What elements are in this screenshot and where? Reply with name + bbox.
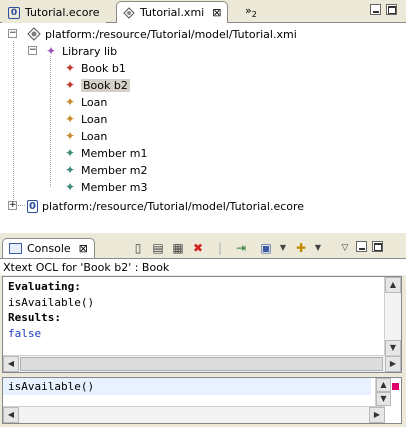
error-marker-icon[interactable] xyxy=(392,383,399,390)
overflow-chevron-icon: » xyxy=(245,4,252,17)
collapse-toggle[interactable]: − xyxy=(8,29,17,38)
book-object-icon: ✦ xyxy=(64,78,76,92)
open-console-icon[interactable]: ✚ xyxy=(293,240,309,256)
tree-item-label: Library lib xyxy=(62,44,118,58)
maximize-button[interactable] xyxy=(386,4,397,15)
evaluated-expression: isAvailable() xyxy=(8,295,95,309)
loan-object-icon: ✦ xyxy=(64,129,76,143)
scroll-right-icon[interactable]: ▶ xyxy=(369,407,385,423)
tree-item-label: Loan xyxy=(81,129,108,143)
tree-item-label: Book b1 xyxy=(81,61,126,75)
tree-item-loan[interactable]: ✦ Loan xyxy=(63,94,107,110)
tree-item-label: Member m2 xyxy=(81,163,148,177)
close-console-icon[interactable]: ⊠ xyxy=(79,242,88,255)
member-object-icon: ✦ xyxy=(64,180,76,194)
tree-guide-line xyxy=(13,41,14,204)
tree-item-member[interactable]: ✦ Member m1 xyxy=(63,145,148,161)
tab-label: Tutorial.xmi xyxy=(140,6,205,19)
tree-root-ecore[interactable]: 0 platform:/resource/Tutorial/model/Tuto… xyxy=(27,198,304,214)
tree-item-book-selected[interactable]: ✦ Book b2 xyxy=(63,77,130,93)
display-console-icon[interactable]: ▣ xyxy=(258,240,274,256)
console-maximize-button[interactable] xyxy=(372,241,383,252)
scroll-left-icon[interactable]: ◀ xyxy=(3,407,19,423)
console-view: Console ⊠ ▯ ▤ ▦ ✖ | ⇥ ▣ ▼ ✚ ▼ ▽ Xtext OC… xyxy=(0,237,406,427)
tree-item-label: Member m3 xyxy=(81,180,148,194)
console-description: Xtext OCL for 'Book b2' : Book xyxy=(0,258,406,275)
display-dropdown-icon[interactable]: ▼ xyxy=(275,240,291,256)
tab-tutorial-xmi[interactable]: Tutorial.xmi ⊠ xyxy=(116,1,229,23)
tree-guide-line xyxy=(50,56,51,187)
evaluating-label: Evaluating: xyxy=(8,280,81,293)
scroll-down-icon[interactable]: ▼ xyxy=(385,340,401,356)
tree-root-xmi-label: platform:/resource/Tutorial/model/Tutori… xyxy=(45,27,297,41)
scroll-right-icon[interactable]: ▶ xyxy=(385,356,401,372)
loan-object-icon: ✦ xyxy=(64,95,76,109)
remove-console-icon[interactable]: ✖ xyxy=(190,240,206,256)
scroll-left-icon[interactable]: ◀ xyxy=(3,356,19,372)
library-object-icon: ✦ xyxy=(45,44,57,58)
loan-object-icon: ✦ xyxy=(64,112,76,126)
console-minimize-button[interactable] xyxy=(356,241,367,252)
tab-label: Tutorial.ecore xyxy=(25,6,100,19)
editor-tabbar: 0 Tutorial.ecore Tutorial.xmi ⊠ »2 xyxy=(0,0,406,23)
collapse-toggle[interactable]: − xyxy=(28,46,37,55)
tree-item-member[interactable]: ✦ Member m2 xyxy=(63,162,148,178)
xmi-file-icon xyxy=(123,6,135,19)
input-vertical-scrollbar[interactable]: ▲ ▼ xyxy=(375,378,391,406)
maximize-icon xyxy=(388,6,396,14)
tree-root-xmi[interactable]: platform:/resource/Tutorial/model/Tutori… xyxy=(27,26,297,42)
ecore-resource-icon: 0 xyxy=(27,199,38,213)
tree-item-member[interactable]: ✦ Member m3 xyxy=(63,179,148,195)
scroll-down-icon[interactable]: ▼ xyxy=(376,392,391,406)
console-tab[interactable]: Console ⊠ xyxy=(2,238,95,258)
ocl-input-line[interactable]: isAvailable() xyxy=(3,378,371,395)
overflow-count: 2 xyxy=(251,10,257,20)
tree-item-book[interactable]: ✦ Book b1 xyxy=(63,60,126,76)
view-menu-icon[interactable]: ▽ xyxy=(337,240,353,256)
tree-item-label: Loan xyxy=(81,95,108,109)
minimize-icon xyxy=(359,248,365,250)
member-object-icon: ✦ xyxy=(64,163,76,177)
scroll-up-icon[interactable]: ▲ xyxy=(376,378,391,392)
maximize-icon xyxy=(374,243,382,251)
tab-tutorial-ecore[interactable]: 0 Tutorial.ecore xyxy=(2,2,106,23)
tree-item-loan[interactable]: ✦ Loan xyxy=(63,111,107,127)
scroll-thumb[interactable] xyxy=(20,357,383,371)
close-tab-icon[interactable]: ⊠ xyxy=(212,6,221,19)
tree-item-library[interactable]: ✦ Library lib xyxy=(44,43,117,59)
tree-root-ecore-label: platform:/resource/Tutorial/model/Tutori… xyxy=(42,199,305,213)
input-horizontal-scrollbar[interactable]: ◀ ▶ xyxy=(3,406,385,423)
expand-toggle[interactable]: + xyxy=(8,201,17,210)
copy-page-icon[interactable]: ▤ xyxy=(150,240,166,256)
console-tab-label: Console xyxy=(27,242,71,255)
xmi-resource-icon xyxy=(27,27,41,41)
tree-item-label: Member m1 xyxy=(81,146,148,160)
clear-console-icon[interactable]: ▦ xyxy=(170,240,186,256)
page-icon[interactable]: ▯ xyxy=(130,240,146,256)
tab-overflow-button[interactable]: »2 xyxy=(245,4,257,19)
minimize-icon xyxy=(373,11,379,13)
editor-area: 0 Tutorial.ecore Tutorial.xmi ⊠ »2 − pla… xyxy=(0,0,406,233)
result-value: false xyxy=(8,326,42,340)
toolbar-separator: | xyxy=(217,241,223,255)
ocl-input-editor[interactable]: isAvailable() ▲ ▼ ◀ ▶ xyxy=(2,377,402,424)
tree-item-loan[interactable]: ✦ Loan xyxy=(63,128,107,144)
pin-console-icon[interactable]: ⇥ xyxy=(233,240,249,256)
minimize-button[interactable] xyxy=(370,4,381,15)
scroll-up-icon[interactable]: ▲ xyxy=(385,277,401,293)
book-object-icon: ✦ xyxy=(64,61,76,75)
output-horizontal-scrollbar[interactable]: ◀ ▶ xyxy=(3,355,401,372)
output-vertical-scrollbar[interactable]: ▲ ▼ xyxy=(384,277,401,356)
open-dropdown-icon[interactable]: ▼ xyxy=(310,240,326,256)
tree-item-label: Loan xyxy=(81,112,108,126)
console-icon xyxy=(9,243,22,254)
results-label: Results: xyxy=(8,311,61,324)
member-object-icon: ✦ xyxy=(64,146,76,160)
console-output[interactable]: Evaluating: isAvailable() Results: false… xyxy=(2,276,402,373)
ecore-file-icon: 0 xyxy=(8,6,20,19)
tree-item-label: Book b2 xyxy=(81,78,130,92)
